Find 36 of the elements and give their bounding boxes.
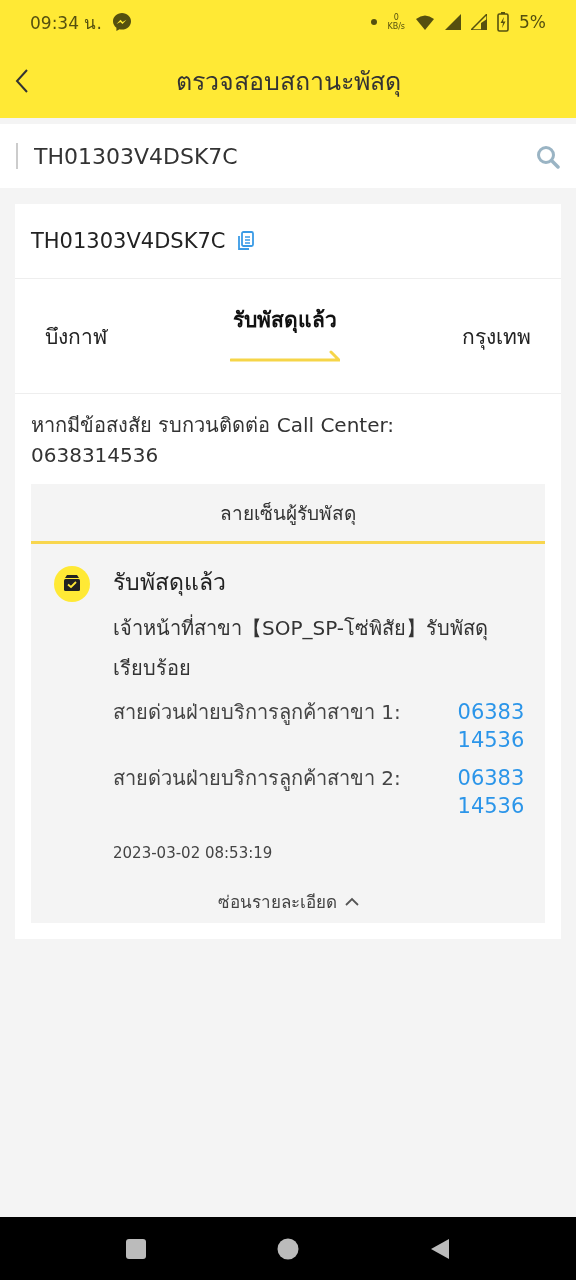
chevron-icon [344,896,359,907]
search-field[interactable]: TH01303V4DSK7C [0,124,576,188]
parcel-status: รับพัสดุแล้ว [232,306,337,335]
panel-heading: ลายเซ็นผู้รับพัสดุ [31,484,545,544]
square-icon [125,1237,147,1260]
signal-icon [471,14,487,30]
copy-button[interactable] [237,231,256,251]
messenger-icon [111,12,132,32]
search-icon [536,145,560,169]
event-title: รับพัสดุแล้ว [113,568,227,598]
dot-icon [371,19,378,25]
battery-icon [497,12,509,32]
call-center-text: หากมีข้อสงสัย รบกวนติดต่อ Call Center: 0638314536 [30,412,396,469]
net-speed: 0 [393,13,399,22]
hotline-label: สายด่วนฝ่ายบริการลูกค้าสาขา 2: [113,765,401,793]
origin-city: บึงกาฬ [45,323,107,351]
event-time: 2023-03-02 08:53:19 [113,844,274,862]
back-nav-button[interactable] [429,1237,451,1260]
net-unit: KB/s [387,22,405,31]
back-icon [14,68,30,94]
home-button[interactable] [277,1237,299,1260]
circle-icon [277,1237,299,1260]
hotline-label: สายด่วนฝ่ายบริการลูกค้าสาขา 1: [113,699,401,727]
battery-level: 5% [519,12,546,32]
wifi-icon [415,14,435,30]
event-description: เจ้าหน้าที่สาขา【SOP_SP-โซ่พิสัย】รับพัสดุเรียบร้อย [113,613,490,682]
destination-city: กรุงเทพ [462,323,531,352]
tracking-number: TH01303V4DSK7C [31,229,226,253]
recents-button[interactable] [125,1237,147,1260]
toggle-details-button[interactable]: ซ่อนรายละเอียด [31,862,545,923]
triangle-icon [429,1237,451,1260]
signal-icon [445,14,461,30]
parcel-icon [54,566,90,602]
copy-icon [237,231,256,251]
page-title: ตรวจสอบสถานะพัสดุ [174,66,402,99]
clock: 09:34 น. [30,11,102,35]
